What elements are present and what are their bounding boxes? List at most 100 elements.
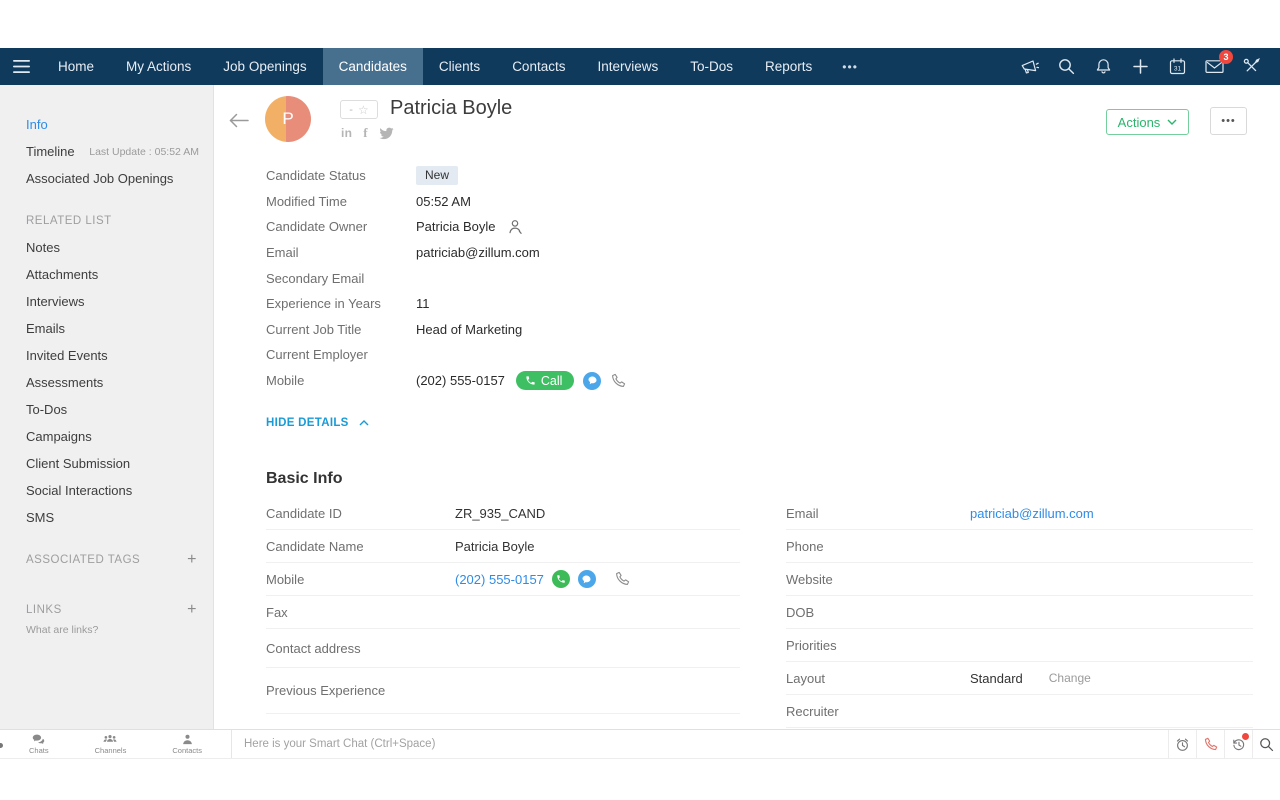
field-value: Head of Marketing bbox=[416, 321, 523, 337]
sidebar-item-to-dos[interactable]: To-Dos bbox=[26, 396, 213, 423]
phone-outline-icon[interactable] bbox=[614, 571, 630, 587]
sidebar-item-assessments[interactable]: Assessments bbox=[26, 369, 213, 396]
facebook-icon[interactable]: f bbox=[363, 125, 367, 141]
sidebar-item-invited-events[interactable]: Invited Events bbox=[26, 342, 213, 369]
field-label: Candidate Name bbox=[266, 538, 364, 554]
history-icon[interactable] bbox=[1224, 730, 1252, 758]
field-label: Website bbox=[786, 571, 833, 587]
sidebar-item-associated-job-openings[interactable]: Associated Job Openings bbox=[26, 165, 213, 192]
setup-icon[interactable] bbox=[1233, 48, 1270, 85]
sidebar-item-notes[interactable]: Notes bbox=[26, 234, 213, 261]
links-header: LINKS + bbox=[26, 596, 213, 623]
sidebar-item-campaigns[interactable]: Campaigns bbox=[26, 423, 213, 450]
owner-lookup-icon[interactable] bbox=[508, 219, 523, 235]
chats-button[interactable]: Chats bbox=[29, 734, 49, 755]
sidebar-item-client-submission[interactable]: Client Submission bbox=[26, 450, 213, 477]
links-label: LINKS bbox=[26, 603, 62, 616]
notifications-icon[interactable] bbox=[1085, 48, 1122, 85]
announcement-icon[interactable] bbox=[1011, 48, 1048, 85]
call-button[interactable]: Call bbox=[515, 371, 575, 391]
field-label: Email bbox=[266, 245, 299, 261]
sidebar-item-emails[interactable]: Emails bbox=[26, 315, 213, 342]
chats-label: Chats bbox=[29, 745, 49, 755]
sidebar-item-interviews[interactable]: Interviews bbox=[26, 288, 213, 315]
chat-bubble-icon[interactable] bbox=[577, 570, 596, 588]
call-icon[interactable] bbox=[551, 570, 570, 588]
what-are-links-help[interactable]: What are links? bbox=[26, 624, 213, 636]
nav-tab-contacts[interactable]: Contacts bbox=[496, 48, 581, 85]
mail-icon[interactable]: 3 bbox=[1196, 48, 1233, 85]
avatar[interactable]: P bbox=[265, 96, 311, 142]
sidebar-item-sms[interactable]: SMS bbox=[26, 504, 213, 531]
field-label: Candidate ID bbox=[266, 505, 342, 521]
field-value: Patricia Boyle bbox=[416, 219, 496, 235]
related-list-header: RELATED LIST bbox=[26, 214, 112, 227]
contacts-button[interactable]: Contacts bbox=[172, 734, 202, 755]
nav-tab-reports[interactable]: Reports bbox=[749, 48, 828, 85]
sidebar-item-social-interactions[interactable]: Social Interactions bbox=[26, 477, 213, 504]
chat-bar: Chats Channels Contacts bbox=[0, 729, 1280, 759]
field-value[interactable]: Patricia Boyle bbox=[455, 539, 534, 554]
calendar-icon[interactable]: 31 bbox=[1159, 48, 1196, 85]
twitter-icon[interactable] bbox=[379, 127, 394, 140]
field-value: (202) 555-0157 bbox=[416, 373, 505, 389]
chats-icon bbox=[33, 734, 45, 744]
sidebar-item-timeline[interactable]: Timeline Last Update : 05:52 AM bbox=[26, 138, 213, 165]
chevron-down-icon bbox=[1167, 119, 1177, 125]
field-row: Modified Time 05:52 AM bbox=[266, 189, 626, 215]
field-row: Website bbox=[786, 563, 1253, 596]
email-link[interactable]: patriciab@zillum.com bbox=[970, 506, 1094, 521]
field-row: Contact address bbox=[266, 629, 740, 668]
smart-chat-input[interactable] bbox=[232, 730, 1168, 758]
field-row: Previous Experience bbox=[266, 668, 740, 714]
change-layout-link[interactable]: Change bbox=[1049, 671, 1091, 685]
mail-badge: 3 bbox=[1219, 50, 1233, 64]
actions-button[interactable]: Actions bbox=[1106, 109, 1189, 135]
field-label: Current Job Title bbox=[266, 321, 362, 337]
alarm-icon[interactable] bbox=[1168, 730, 1196, 758]
mobile-link[interactable]: (202) 555-0157 bbox=[455, 572, 544, 587]
rating-control[interactable]: - ☆ bbox=[340, 100, 378, 119]
phone-outline-icon[interactable] bbox=[610, 373, 626, 389]
nav-more-tabs-icon[interactable]: ••• bbox=[828, 48, 872, 85]
nav-tab-my-actions[interactable]: My Actions bbox=[110, 48, 207, 85]
sidebar-item-info[interactable]: Info bbox=[26, 111, 213, 138]
field-row: Candidate Name Patricia Boyle bbox=[266, 530, 740, 563]
field-row: Email patriciab@zillum.com bbox=[266, 240, 626, 266]
phone-icon bbox=[526, 376, 535, 385]
search-icon[interactable] bbox=[1048, 48, 1085, 85]
search-icon[interactable] bbox=[1252, 730, 1280, 758]
nav-tab-clients[interactable]: Clients bbox=[423, 48, 496, 85]
field-label: Priorities bbox=[786, 637, 837, 653]
record-more-button[interactable]: ••• bbox=[1210, 107, 1247, 135]
chat-bubble-icon[interactable] bbox=[583, 371, 602, 390]
page-title: Patricia Boyle bbox=[390, 97, 513, 119]
rating-value: - bbox=[349, 103, 353, 116]
hamburger-menu-icon[interactable] bbox=[0, 48, 42, 85]
basic-info-right-column: Email patriciab@zillum.com Phone Website… bbox=[786, 497, 1253, 728]
hide-details-toggle[interactable]: HIDE DETAILS bbox=[266, 417, 369, 429]
add-tag-button[interactable]: + bbox=[187, 551, 213, 569]
associated-tags-label: ASSOCIATED TAGS bbox=[26, 553, 141, 566]
nav-tab-home[interactable]: Home bbox=[42, 48, 110, 85]
linkedin-icon[interactable]: in bbox=[341, 126, 352, 140]
field-value: 11 bbox=[416, 296, 430, 312]
nav-tab-job-openings[interactable]: Job Openings bbox=[207, 48, 322, 85]
field-row: Mobile (202) 555-0157 bbox=[266, 563, 740, 596]
call-icon[interactable] bbox=[1196, 730, 1224, 758]
field-value[interactable]: ZR_935_CAND bbox=[455, 506, 545, 521]
field-label: Fax bbox=[266, 604, 288, 620]
add-icon[interactable] bbox=[1122, 48, 1159, 85]
back-arrow-icon[interactable] bbox=[228, 113, 250, 133]
field-row: Email patriciab@zillum.com bbox=[786, 497, 1253, 530]
sidebar-item-attachments[interactable]: Attachments bbox=[26, 261, 213, 288]
nav-tab-candidates[interactable]: Candidates bbox=[322, 48, 423, 85]
nav-tab-to-dos[interactable]: To-Dos bbox=[674, 48, 749, 85]
field-value: patriciab@zillum.com bbox=[416, 245, 540, 261]
nav-tab-interviews[interactable]: Interviews bbox=[581, 48, 674, 85]
quick-details: Candidate Status New Modified Time 05:52… bbox=[266, 163, 626, 393]
add-link-button[interactable]: + bbox=[187, 601, 213, 619]
field-label: Recruiter bbox=[786, 703, 839, 719]
channels-button[interactable]: Channels bbox=[95, 734, 126, 755]
sidebar: Info Timeline Last Update : 05:52 AM Ass… bbox=[0, 85, 214, 729]
